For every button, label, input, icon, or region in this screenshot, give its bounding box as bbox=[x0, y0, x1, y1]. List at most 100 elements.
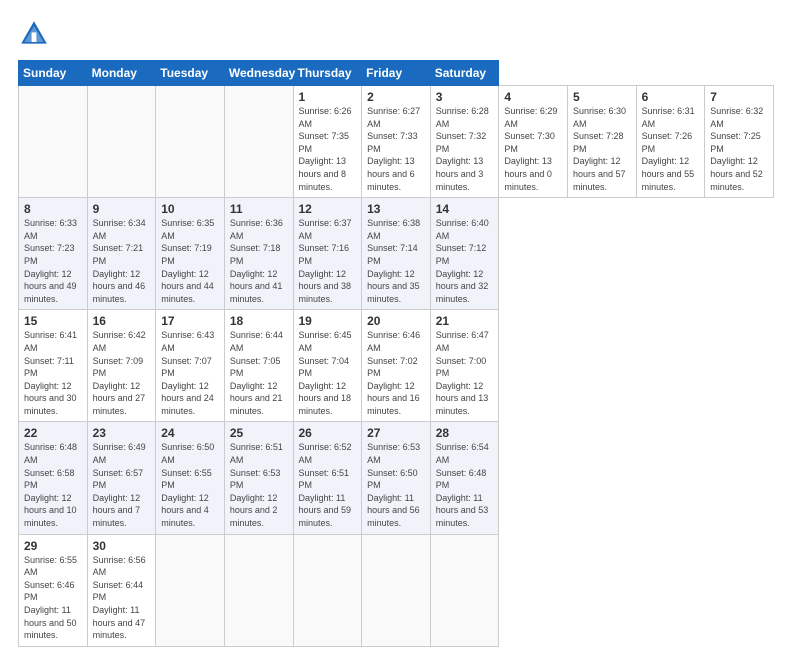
day-info: Sunrise: 6:32 AM Sunset: 7:25 PM Dayligh… bbox=[710, 105, 768, 193]
column-header-monday: Monday bbox=[87, 61, 156, 86]
column-header-friday: Friday bbox=[362, 61, 431, 86]
calendar-body: 1Sunrise: 6:26 AM Sunset: 7:35 PM Daylig… bbox=[19, 86, 774, 647]
day-number: 24 bbox=[161, 426, 219, 440]
day-number: 21 bbox=[436, 314, 494, 328]
calendar-cell: 21Sunrise: 6:47 AM Sunset: 7:00 PM Dayli… bbox=[430, 310, 499, 422]
column-header-saturday: Saturday bbox=[430, 61, 499, 86]
calendar-cell: 23Sunrise: 6:49 AM Sunset: 6:57 PM Dayli… bbox=[87, 422, 156, 534]
calendar-cell: 4Sunrise: 6:29 AM Sunset: 7:30 PM Daylig… bbox=[499, 86, 568, 198]
calendar-cell: 17Sunrise: 6:43 AM Sunset: 7:07 PM Dayli… bbox=[156, 310, 225, 422]
calendar-cell: 5Sunrise: 6:30 AM Sunset: 7:28 PM Daylig… bbox=[568, 86, 637, 198]
day-number: 29 bbox=[24, 539, 82, 553]
day-info: Sunrise: 6:29 AM Sunset: 7:30 PM Dayligh… bbox=[504, 105, 562, 193]
calendar-cell: 1Sunrise: 6:26 AM Sunset: 7:35 PM Daylig… bbox=[293, 86, 362, 198]
calendar-cell: 20Sunrise: 6:46 AM Sunset: 7:02 PM Dayli… bbox=[362, 310, 431, 422]
calendar-cell: 26Sunrise: 6:52 AM Sunset: 6:51 PM Dayli… bbox=[293, 422, 362, 534]
calendar-cell: 29Sunrise: 6:55 AM Sunset: 6:46 PM Dayli… bbox=[19, 534, 88, 646]
calendar-cell bbox=[156, 86, 225, 198]
calendar-cell: 11Sunrise: 6:36 AM Sunset: 7:18 PM Dayli… bbox=[224, 198, 293, 310]
calendar-cell: 9Sunrise: 6:34 AM Sunset: 7:21 PM Daylig… bbox=[87, 198, 156, 310]
column-header-wednesday: Wednesday bbox=[224, 61, 293, 86]
calendar-cell: 15Sunrise: 6:41 AM Sunset: 7:11 PM Dayli… bbox=[19, 310, 88, 422]
calendar-cell: 27Sunrise: 6:53 AM Sunset: 6:50 PM Dayli… bbox=[362, 422, 431, 534]
day-info: Sunrise: 6:30 AM Sunset: 7:28 PM Dayligh… bbox=[573, 105, 631, 193]
calendar-cell: 6Sunrise: 6:31 AM Sunset: 7:26 PM Daylig… bbox=[636, 86, 705, 198]
calendar-cell bbox=[87, 86, 156, 198]
day-info: Sunrise: 6:35 AM Sunset: 7:19 PM Dayligh… bbox=[161, 217, 219, 305]
week-row-4: 29Sunrise: 6:55 AM Sunset: 6:46 PM Dayli… bbox=[19, 534, 774, 646]
calendar-cell: 8Sunrise: 6:33 AM Sunset: 7:23 PM Daylig… bbox=[19, 198, 88, 310]
day-info: Sunrise: 6:50 AM Sunset: 6:55 PM Dayligh… bbox=[161, 441, 219, 529]
calendar-cell: 2Sunrise: 6:27 AM Sunset: 7:33 PM Daylig… bbox=[362, 86, 431, 198]
day-number: 5 bbox=[573, 90, 631, 104]
day-info: Sunrise: 6:56 AM Sunset: 6:44 PM Dayligh… bbox=[93, 554, 151, 642]
calendar-cell: 10Sunrise: 6:35 AM Sunset: 7:19 PM Dayli… bbox=[156, 198, 225, 310]
day-number: 26 bbox=[299, 426, 357, 440]
day-number: 27 bbox=[367, 426, 425, 440]
week-row-0: 1Sunrise: 6:26 AM Sunset: 7:35 PM Daylig… bbox=[19, 86, 774, 198]
day-number: 14 bbox=[436, 202, 494, 216]
day-number: 13 bbox=[367, 202, 425, 216]
calendar-table: SundayMondayTuesdayWednesdayThursdayFrid… bbox=[18, 60, 774, 647]
calendar-cell: 25Sunrise: 6:51 AM Sunset: 6:53 PM Dayli… bbox=[224, 422, 293, 534]
calendar-cell: 7Sunrise: 6:32 AM Sunset: 7:25 PM Daylig… bbox=[705, 86, 774, 198]
day-number: 12 bbox=[299, 202, 357, 216]
calendar-cell: 16Sunrise: 6:42 AM Sunset: 7:09 PM Dayli… bbox=[87, 310, 156, 422]
day-info: Sunrise: 6:51 AM Sunset: 6:53 PM Dayligh… bbox=[230, 441, 288, 529]
day-info: Sunrise: 6:41 AM Sunset: 7:11 PM Dayligh… bbox=[24, 329, 82, 417]
day-info: Sunrise: 6:26 AM Sunset: 7:35 PM Dayligh… bbox=[299, 105, 357, 193]
calendar-cell: 24Sunrise: 6:50 AM Sunset: 6:55 PM Dayli… bbox=[156, 422, 225, 534]
day-number: 19 bbox=[299, 314, 357, 328]
column-header-sunday: Sunday bbox=[19, 61, 88, 86]
calendar-cell bbox=[19, 86, 88, 198]
week-row-1: 8Sunrise: 6:33 AM Sunset: 7:23 PM Daylig… bbox=[19, 198, 774, 310]
day-number: 17 bbox=[161, 314, 219, 328]
calendar-cell: 18Sunrise: 6:44 AM Sunset: 7:05 PM Dayli… bbox=[224, 310, 293, 422]
day-info: Sunrise: 6:52 AM Sunset: 6:51 PM Dayligh… bbox=[299, 441, 357, 529]
header-row: SundayMondayTuesdayWednesdayThursdayFrid… bbox=[19, 61, 774, 86]
day-number: 18 bbox=[230, 314, 288, 328]
day-info: Sunrise: 6:31 AM Sunset: 7:26 PM Dayligh… bbox=[642, 105, 700, 193]
calendar-cell bbox=[156, 534, 225, 646]
logo-icon bbox=[18, 18, 50, 50]
day-number: 4 bbox=[504, 90, 562, 104]
column-header-tuesday: Tuesday bbox=[156, 61, 225, 86]
day-number: 23 bbox=[93, 426, 151, 440]
day-info: Sunrise: 6:44 AM Sunset: 7:05 PM Dayligh… bbox=[230, 329, 288, 417]
day-info: Sunrise: 6:27 AM Sunset: 7:33 PM Dayligh… bbox=[367, 105, 425, 193]
calendar-cell: 30Sunrise: 6:56 AM Sunset: 6:44 PM Dayli… bbox=[87, 534, 156, 646]
day-number: 2 bbox=[367, 90, 425, 104]
day-info: Sunrise: 6:43 AM Sunset: 7:07 PM Dayligh… bbox=[161, 329, 219, 417]
week-row-2: 15Sunrise: 6:41 AM Sunset: 7:11 PM Dayli… bbox=[19, 310, 774, 422]
day-number: 15 bbox=[24, 314, 82, 328]
week-row-3: 22Sunrise: 6:48 AM Sunset: 6:58 PM Dayli… bbox=[19, 422, 774, 534]
day-info: Sunrise: 6:28 AM Sunset: 7:32 PM Dayligh… bbox=[436, 105, 494, 193]
calendar-cell bbox=[224, 86, 293, 198]
day-info: Sunrise: 6:34 AM Sunset: 7:21 PM Dayligh… bbox=[93, 217, 151, 305]
day-number: 11 bbox=[230, 202, 288, 216]
calendar-cell: 28Sunrise: 6:54 AM Sunset: 6:48 PM Dayli… bbox=[430, 422, 499, 534]
calendar-cell: 19Sunrise: 6:45 AM Sunset: 7:04 PM Dayli… bbox=[293, 310, 362, 422]
calendar-cell: 13Sunrise: 6:38 AM Sunset: 7:14 PM Dayli… bbox=[362, 198, 431, 310]
day-info: Sunrise: 6:48 AM Sunset: 6:58 PM Dayligh… bbox=[24, 441, 82, 529]
page: SundayMondayTuesdayWednesdayThursdayFrid… bbox=[0, 0, 792, 612]
day-info: Sunrise: 6:55 AM Sunset: 6:46 PM Dayligh… bbox=[24, 554, 82, 642]
day-number: 10 bbox=[161, 202, 219, 216]
header bbox=[18, 18, 774, 50]
day-number: 22 bbox=[24, 426, 82, 440]
day-info: Sunrise: 6:33 AM Sunset: 7:23 PM Dayligh… bbox=[24, 217, 82, 305]
calendar-cell bbox=[293, 534, 362, 646]
day-number: 16 bbox=[93, 314, 151, 328]
day-number: 7 bbox=[710, 90, 768, 104]
calendar-cell bbox=[430, 534, 499, 646]
day-info: Sunrise: 6:42 AM Sunset: 7:09 PM Dayligh… bbox=[93, 329, 151, 417]
day-number: 3 bbox=[436, 90, 494, 104]
day-number: 9 bbox=[93, 202, 151, 216]
calendar-cell: 3Sunrise: 6:28 AM Sunset: 7:32 PM Daylig… bbox=[430, 86, 499, 198]
calendar-cell: 22Sunrise: 6:48 AM Sunset: 6:58 PM Dayli… bbox=[19, 422, 88, 534]
day-number: 20 bbox=[367, 314, 425, 328]
logo bbox=[18, 18, 56, 50]
day-info: Sunrise: 6:40 AM Sunset: 7:12 PM Dayligh… bbox=[436, 217, 494, 305]
day-number: 8 bbox=[24, 202, 82, 216]
day-number: 1 bbox=[299, 90, 357, 104]
